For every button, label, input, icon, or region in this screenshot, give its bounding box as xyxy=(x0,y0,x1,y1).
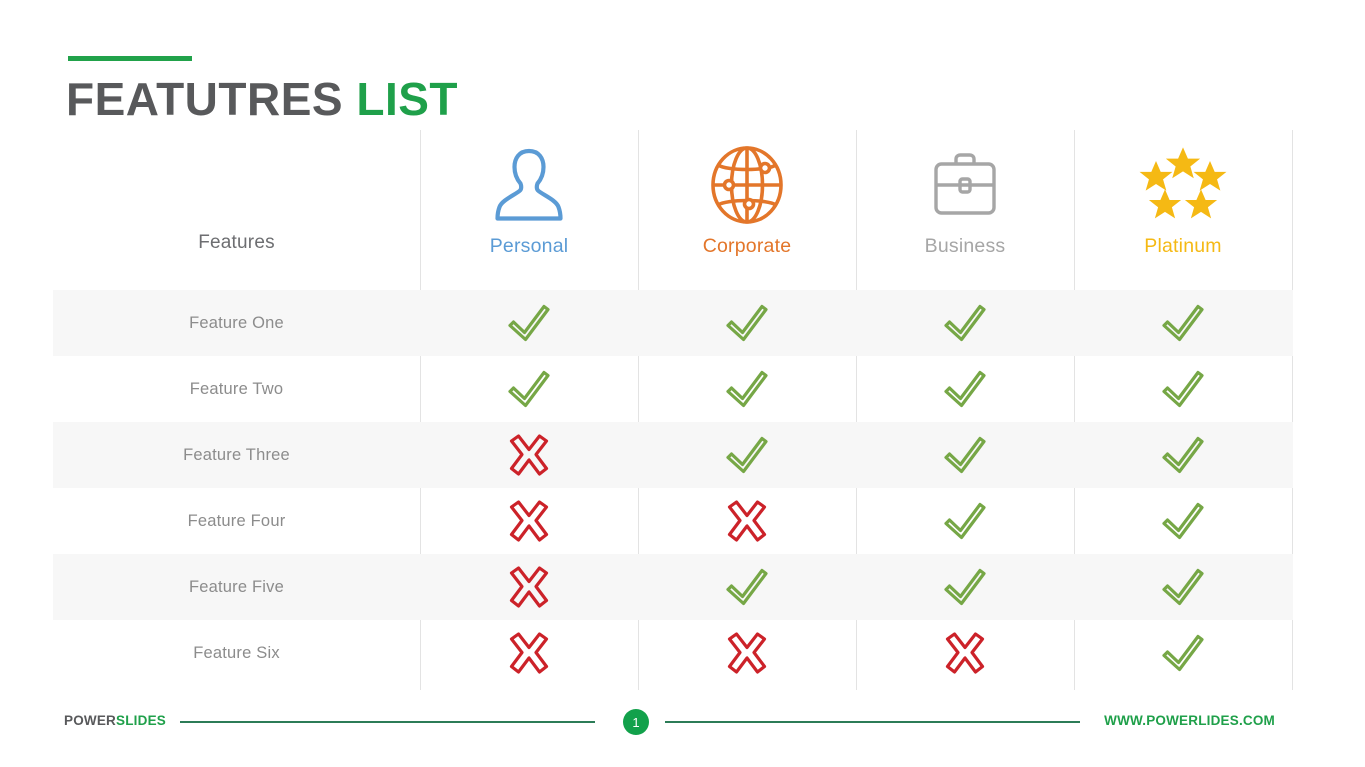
check-icon xyxy=(1074,631,1292,675)
feature-label: Feature Three xyxy=(183,445,290,464)
features-column-header: Features xyxy=(198,232,275,253)
check-icon xyxy=(638,301,856,345)
stars-icon xyxy=(1139,144,1227,226)
cross-icon xyxy=(638,498,856,544)
plan-column-corporate[interactable]: Corporate xyxy=(638,130,856,290)
plan-column-personal[interactable]: Personal xyxy=(420,130,638,290)
feature-label: Feature Six xyxy=(193,643,280,662)
check-icon xyxy=(1074,301,1292,345)
title-accent-rule xyxy=(68,56,192,61)
check-icon xyxy=(856,565,1074,609)
cross-icon xyxy=(420,432,638,478)
globe-icon xyxy=(707,144,787,226)
cross-icon xyxy=(420,564,638,610)
briefcase-icon xyxy=(928,144,1002,226)
cross-icon xyxy=(420,498,638,544)
check-icon xyxy=(856,433,1074,477)
footer-rule-left xyxy=(180,721,595,723)
check-icon xyxy=(856,367,1074,411)
table-row: Feature Five xyxy=(53,554,1293,620)
check-icon xyxy=(1074,367,1292,411)
check-icon xyxy=(420,367,638,411)
plan-label-business: Business xyxy=(924,235,1006,257)
features-comparison-table: Features Personal Corporate Business Pla… xyxy=(53,130,1293,690)
plan-label-personal: Personal xyxy=(489,235,569,257)
table-header-row: Features Personal Corporate Business Pla… xyxy=(53,130,1293,290)
feature-label: Feature Five xyxy=(188,577,285,596)
table-row: Feature Six xyxy=(53,620,1293,686)
slide: FEATUTRES LIST Features Personal Corpora… xyxy=(0,0,1365,767)
check-icon xyxy=(1074,433,1292,477)
website-url[interactable]: WWW.POWERLIDES.COM xyxy=(1104,713,1275,728)
footer: POWERSLIDES 1 WWW.POWERLIDES.COM xyxy=(0,704,1365,748)
plan-column-business[interactable]: Business xyxy=(856,130,1074,290)
page-title-primary: FEATUTRES xyxy=(66,73,344,125)
page-number-badge: 1 xyxy=(623,709,649,735)
table-row: Feature Three xyxy=(53,422,1293,488)
brand-logo-accent: SLIDES xyxy=(116,713,166,728)
person-icon xyxy=(494,144,564,226)
check-icon xyxy=(1074,565,1292,609)
check-icon xyxy=(638,433,856,477)
check-icon xyxy=(420,301,638,345)
check-icon xyxy=(638,565,856,609)
check-icon xyxy=(1074,499,1292,543)
footer-rule-right xyxy=(665,721,1080,723)
plan-column-platinum[interactable]: Platinum xyxy=(1074,130,1292,290)
page-title: FEATUTRES LIST xyxy=(66,70,458,128)
check-icon xyxy=(856,301,1074,345)
feature-label: Feature Four xyxy=(187,511,286,530)
plan-label-corporate: Corporate xyxy=(702,235,792,257)
feature-label: Feature One xyxy=(189,313,284,332)
brand-logo: POWERSLIDES xyxy=(64,713,166,728)
feature-label: Feature Two xyxy=(189,379,284,398)
check-icon xyxy=(638,367,856,411)
cross-icon xyxy=(420,630,638,676)
table-row: Feature One xyxy=(53,290,1293,356)
page-title-accent: LIST xyxy=(356,73,459,125)
cross-icon xyxy=(856,630,1074,676)
brand-logo-primary: POWER xyxy=(64,713,117,728)
cross-icon xyxy=(638,630,856,676)
check-icon xyxy=(856,499,1074,543)
plan-label-platinum: Platinum xyxy=(1144,235,1222,257)
table-body: Feature One Feature Two Feature Three Featu… xyxy=(53,290,1293,686)
table-row: Feature Four xyxy=(53,488,1293,554)
table-row: Feature Two xyxy=(53,356,1293,422)
